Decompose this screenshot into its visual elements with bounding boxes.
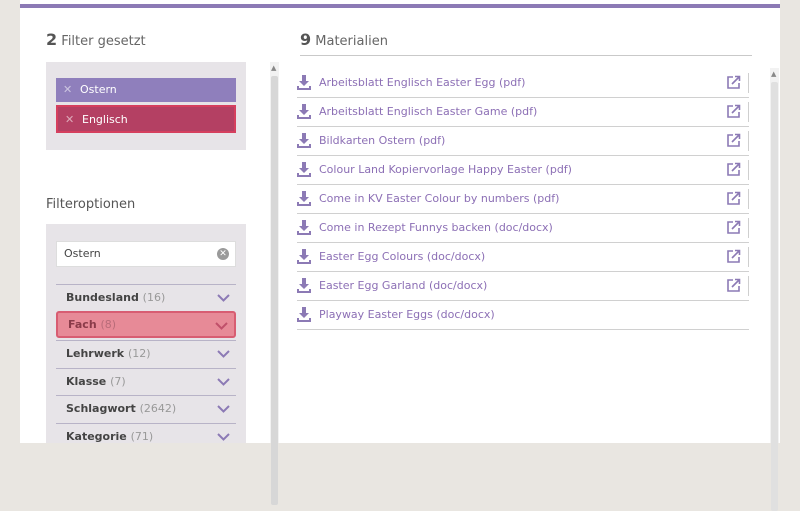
download-icon[interactable] bbox=[297, 220, 311, 235]
external-link-icon[interactable] bbox=[726, 133, 741, 148]
material-link[interactable]: Easter Egg Colours (doc/docx) bbox=[319, 250, 485, 263]
scrollbar-thumb[interactable] bbox=[771, 82, 778, 511]
facet-fach[interactable]: Fach (8) bbox=[56, 311, 236, 338]
clear-search-icon[interactable]: ✕ bbox=[217, 248, 229, 260]
facet-label: Klasse bbox=[66, 375, 107, 388]
material-link[interactable]: Come in Rezept Funnys backen (doc/docx) bbox=[319, 221, 553, 234]
facet-klasse[interactable]: Klasse (7) bbox=[56, 368, 236, 395]
facet-schlagwort[interactable]: Schlagwort (2642) bbox=[56, 395, 236, 422]
material-link[interactable]: Arbeitsblatt Englisch Easter Game (pdf) bbox=[319, 105, 537, 118]
material-link[interactable]: Playway Easter Eggs (doc/docx) bbox=[319, 308, 495, 321]
facet-count: (8) bbox=[100, 318, 117, 331]
chevron-down-icon[interactable] bbox=[217, 405, 230, 413]
material-link[interactable]: Bildkarten Ostern (pdf) bbox=[319, 134, 445, 147]
facet-label: Bundesland bbox=[66, 291, 139, 304]
facet-bundesland[interactable]: Bundesland (16) bbox=[56, 284, 236, 311]
material-link[interactable]: Colour Land Kopiervorlage Happy Easter (… bbox=[319, 163, 572, 176]
material-item[interactable]: Colour Land Kopiervorlage Happy Easter (… bbox=[297, 156, 749, 185]
filter-options-panel: Ostern ✕ Bundesland (16) Fach (8) Lehrwe… bbox=[46, 224, 246, 443]
download-icon[interactable] bbox=[297, 75, 311, 90]
divider bbox=[300, 55, 752, 56]
row-separator bbox=[748, 131, 749, 151]
facet-count: (7) bbox=[110, 375, 126, 388]
filter-count-number: 2 bbox=[46, 30, 58, 49]
active-filter-label: Englisch bbox=[82, 113, 128, 126]
facet-count: (12) bbox=[127, 347, 151, 360]
download-icon[interactable] bbox=[297, 191, 311, 206]
material-item[interactable]: Arbeitsblatt Englisch Easter Egg (pdf) bbox=[297, 69, 749, 98]
filter-search-value: Ostern bbox=[64, 247, 101, 260]
active-filter-label: Ostern bbox=[80, 83, 117, 96]
materials-list: Arbeitsblatt Englisch Easter Egg (pdf) A… bbox=[297, 69, 749, 330]
top-accent-bar bbox=[20, 4, 780, 8]
material-item[interactable]: Easter Egg Colours (doc/docx) bbox=[297, 243, 749, 272]
facet-label: Fach bbox=[68, 318, 97, 331]
remove-filter-icon[interactable]: ✕ bbox=[65, 107, 74, 133]
external-link-icon[interactable] bbox=[726, 162, 741, 177]
row-separator bbox=[748, 102, 749, 122]
active-filters-panel: ✕ Ostern ✕ Englisch bbox=[46, 62, 246, 150]
material-link[interactable]: Easter Egg Garland (doc/docx) bbox=[319, 279, 487, 292]
remove-filter-icon[interactable]: ✕ bbox=[63, 78, 72, 102]
page: 2 Filter gesetzt ✕ Ostern ✕ Englisch Fil… bbox=[20, 0, 780, 511]
material-item[interactable]: Come in KV Easter Colour by numbers (pdf… bbox=[297, 185, 749, 214]
external-link-icon[interactable] bbox=[726, 75, 741, 90]
filter-options-heading: Filteroptionen bbox=[46, 197, 136, 212]
filter-count-label: Filter gesetzt bbox=[61, 34, 146, 49]
material-item[interactable]: Bildkarten Ostern (pdf) bbox=[297, 127, 749, 156]
facet-label: Lehrwerk bbox=[66, 347, 125, 360]
download-icon[interactable] bbox=[297, 307, 311, 322]
row-separator bbox=[748, 160, 749, 180]
row-separator bbox=[748, 73, 749, 93]
active-filter-chip-ostern[interactable]: ✕ Ostern bbox=[56, 78, 236, 102]
filter-scrollbar[interactable]: ▲ bbox=[270, 62, 279, 505]
material-link[interactable]: Come in KV Easter Colour by numbers (pdf… bbox=[319, 192, 559, 205]
materials-count-heading: 9 Materialien bbox=[300, 30, 388, 49]
materials-count-number: 9 bbox=[300, 30, 312, 49]
facet-count: (16) bbox=[142, 291, 166, 304]
chevron-down-icon[interactable] bbox=[215, 322, 228, 330]
row-separator bbox=[748, 276, 749, 296]
filter-count-heading: 2 Filter gesetzt bbox=[46, 30, 146, 49]
row-separator bbox=[748, 218, 749, 238]
material-item[interactable]: Playway Easter Eggs (doc/docx) bbox=[297, 301, 749, 330]
chevron-down-icon[interactable] bbox=[217, 294, 230, 302]
chevron-down-icon[interactable] bbox=[217, 350, 230, 358]
download-icon[interactable] bbox=[297, 133, 311, 148]
download-icon[interactable] bbox=[297, 104, 311, 119]
facet-label: Schlagwort bbox=[66, 402, 136, 415]
material-item[interactable]: Arbeitsblatt Englisch Easter Game (pdf) bbox=[297, 98, 749, 127]
facet-count: (71) bbox=[130, 430, 154, 443]
facet-kategorie[interactable]: Kategorie (71) bbox=[56, 423, 236, 450]
material-link[interactable]: Arbeitsblatt Englisch Easter Egg (pdf) bbox=[319, 76, 525, 89]
external-link-icon[interactable] bbox=[726, 278, 741, 293]
download-icon[interactable] bbox=[297, 162, 311, 177]
row-separator bbox=[748, 247, 749, 267]
external-link-icon[interactable] bbox=[726, 249, 741, 264]
material-item[interactable]: Come in Rezept Funnys backen (doc/docx) bbox=[297, 214, 749, 243]
external-link-icon[interactable] bbox=[726, 104, 741, 119]
external-link-icon[interactable] bbox=[726, 220, 741, 235]
external-link-icon[interactable] bbox=[726, 191, 741, 206]
chevron-down-icon[interactable] bbox=[217, 433, 230, 441]
filter-search-input[interactable]: Ostern ✕ bbox=[56, 241, 236, 267]
material-item[interactable]: Easter Egg Garland (doc/docx) bbox=[297, 272, 749, 301]
facet-lehrwerk[interactable]: Lehrwerk (12) bbox=[56, 340, 236, 367]
row-separator bbox=[748, 189, 749, 209]
materials-count-label: Materialien bbox=[315, 34, 388, 49]
scroll-up-icon[interactable]: ▲ bbox=[771, 70, 776, 78]
facet-count: (2642) bbox=[139, 402, 177, 415]
scrollbar-thumb[interactable] bbox=[271, 76, 278, 505]
download-icon[interactable] bbox=[297, 278, 311, 293]
facet-label: Kategorie bbox=[66, 430, 127, 443]
active-filter-chip-englisch[interactable]: ✕ Englisch bbox=[56, 105, 236, 133]
chevron-down-icon[interactable] bbox=[217, 378, 230, 386]
download-icon[interactable] bbox=[297, 249, 311, 264]
materials-scrollbar[interactable]: ▲ bbox=[770, 68, 779, 511]
scroll-up-icon[interactable]: ▲ bbox=[271, 64, 276, 72]
